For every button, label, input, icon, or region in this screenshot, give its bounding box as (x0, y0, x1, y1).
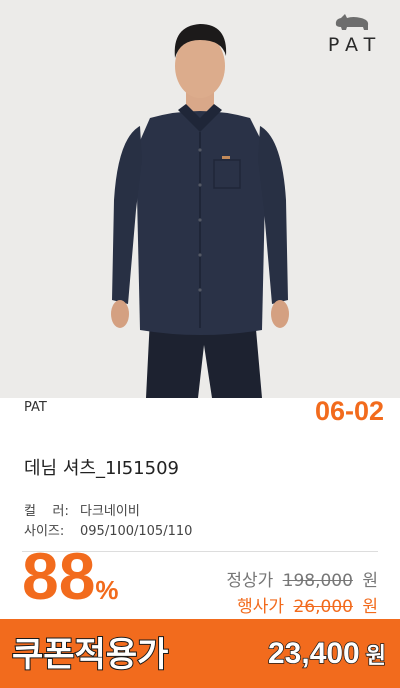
brand-logo-text: PAT (327, 34, 383, 56)
date-code: 06-02 (314, 396, 384, 426)
discount-rate: 88% (22, 543, 119, 609)
rhino-icon (335, 14, 369, 30)
coupon-label: 쿠폰적용가 (11, 635, 169, 675)
event-price-row: 행사가 26,000 원 (237, 592, 378, 617)
product-name: 데님 셔츠_1I51509 (24, 458, 179, 479)
discount-unit: % (95, 575, 119, 605)
coupon-price-value: 23,400 (267, 636, 360, 671)
regular-price-value: 198,000 (282, 571, 353, 591)
coupon-price: 23,400 원 (267, 636, 387, 671)
regular-price-row: 정상가 198,000 원 (226, 566, 378, 591)
spec-size: 사이즈: 095/100/105/110 (24, 520, 192, 539)
event-price-label: 행사가 (237, 597, 285, 617)
spec-size-label: 사이즈: (24, 524, 65, 539)
coupon-price-bar: 쿠폰적용가 23,400 원 (0, 619, 400, 688)
spec-color-value: 다크네이비 (80, 504, 140, 519)
discount-value: 88 (22, 539, 96, 613)
product-brand: PAT (24, 400, 47, 415)
spec-size-value: 095/100/105/110 (80, 524, 193, 539)
brand-logo: PAT (320, 12, 384, 56)
coupon-price-unit: 원 (365, 642, 387, 669)
spec-color: 컬 러: 다크네이비 (24, 500, 140, 519)
regular-price-label: 정상가 (226, 571, 274, 591)
regular-price-unit: 원 (362, 571, 378, 591)
product-photo: PAT (0, 0, 400, 398)
spec-color-label: 컬 러: (24, 504, 69, 519)
event-price-unit: 원 (362, 597, 378, 617)
model-image (111, 24, 289, 398)
event-price-value: 26,000 (293, 597, 353, 617)
